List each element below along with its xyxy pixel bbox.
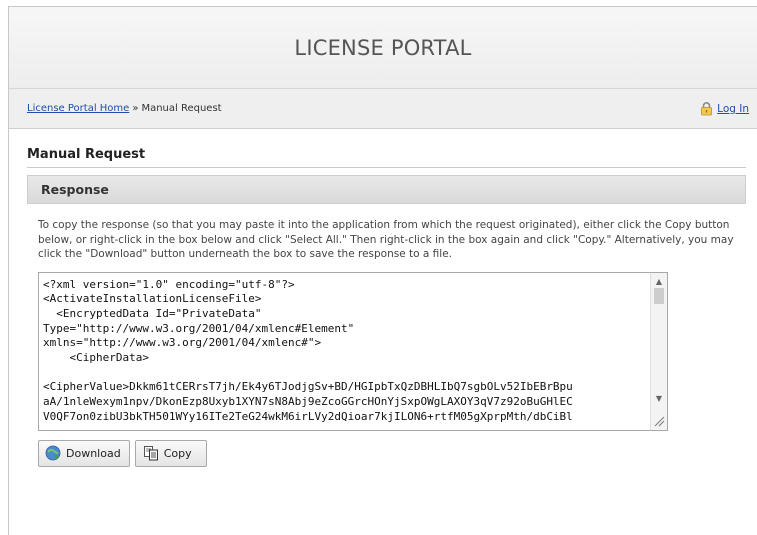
login-link[interactable]: Log In: [717, 103, 749, 115]
breadcrumb-current: Manual Request: [141, 103, 222, 114]
xml-line: [43, 366, 646, 381]
scroll-down-icon[interactable]: ▼: [651, 392, 667, 406]
download-icon: [45, 445, 61, 461]
login-control[interactable]: Log In: [699, 101, 749, 116]
response-instructions: To copy the response (so that you may pa…: [38, 219, 734, 260]
response-textarea[interactable]: <?xml version="1.0" encoding="utf-8"?> <A…: [38, 271, 668, 431]
xml-line: <ActivateInstallationLicenseFile>: [43, 292, 262, 306]
portal-title: LICENSE PORTAL: [294, 35, 472, 60]
xml-line: V0QF7on0zibU3bkTH501WYy16ITe2TeG24wkM6ir…: [43, 409, 573, 423]
page-title: Manual Request: [27, 147, 746, 168]
download-button[interactable]: Download: [38, 439, 130, 467]
xml-line: <CipherValue>Dkkm61tCERrsT7jh/Ek4y6TJodj…: [43, 380, 573, 394]
response-actions: Download Copy: [38, 439, 746, 467]
lock-icon[interactable]: [699, 101, 714, 116]
breadcrumb-bar: License Portal Home » Manual Request Log…: [9, 89, 757, 129]
copy-icon: [143, 445, 159, 461]
download-button-label: Download: [66, 446, 121, 460]
copy-button-label: Copy: [163, 446, 192, 460]
scroll-thumb[interactable]: [654, 287, 664, 304]
xml-line: aA/1nleWexym1npv/DkonEzp8Uxyb1XYN7sN8Abj…: [43, 395, 573, 409]
breadcrumb-home-link[interactable]: License Portal Home: [27, 103, 129, 114]
xml-line: <?xml version="1.0" encoding="utf-8"?>: [43, 277, 295, 291]
response-xml-text[interactable]: <?xml version="1.0" encoding="utf-8"?> <A…: [39, 273, 650, 430]
breadcrumb-separator: »: [132, 103, 139, 114]
textarea-scrollbar[interactable]: ▲ ▼: [650, 272, 667, 430]
portal-header: LICENSE PORTAL: [9, 7, 757, 89]
xml-line: xmlns="http://www.w3.org/2001/04/xmlenc#…: [43, 336, 322, 350]
main-content: Manual Request Response To copy the resp…: [9, 129, 757, 467]
portal-frame: LICENSE PORTAL License Portal Home » Man…: [8, 6, 757, 535]
xml-line: <EncryptedData Id="PrivateData": [43, 306, 262, 320]
scroll-up-icon[interactable]: ▲: [651, 275, 667, 289]
response-header: Response: [27, 175, 746, 204]
xml-line: Type="http://www.w3.org/2001/04/xmlenc#E…: [43, 321, 355, 335]
resize-grip-icon[interactable]: [654, 416, 665, 427]
copy-button[interactable]: Copy: [134, 439, 207, 467]
xml-line: <CipherData>: [43, 351, 149, 365]
breadcrumb: License Portal Home » Manual Request: [27, 103, 222, 114]
